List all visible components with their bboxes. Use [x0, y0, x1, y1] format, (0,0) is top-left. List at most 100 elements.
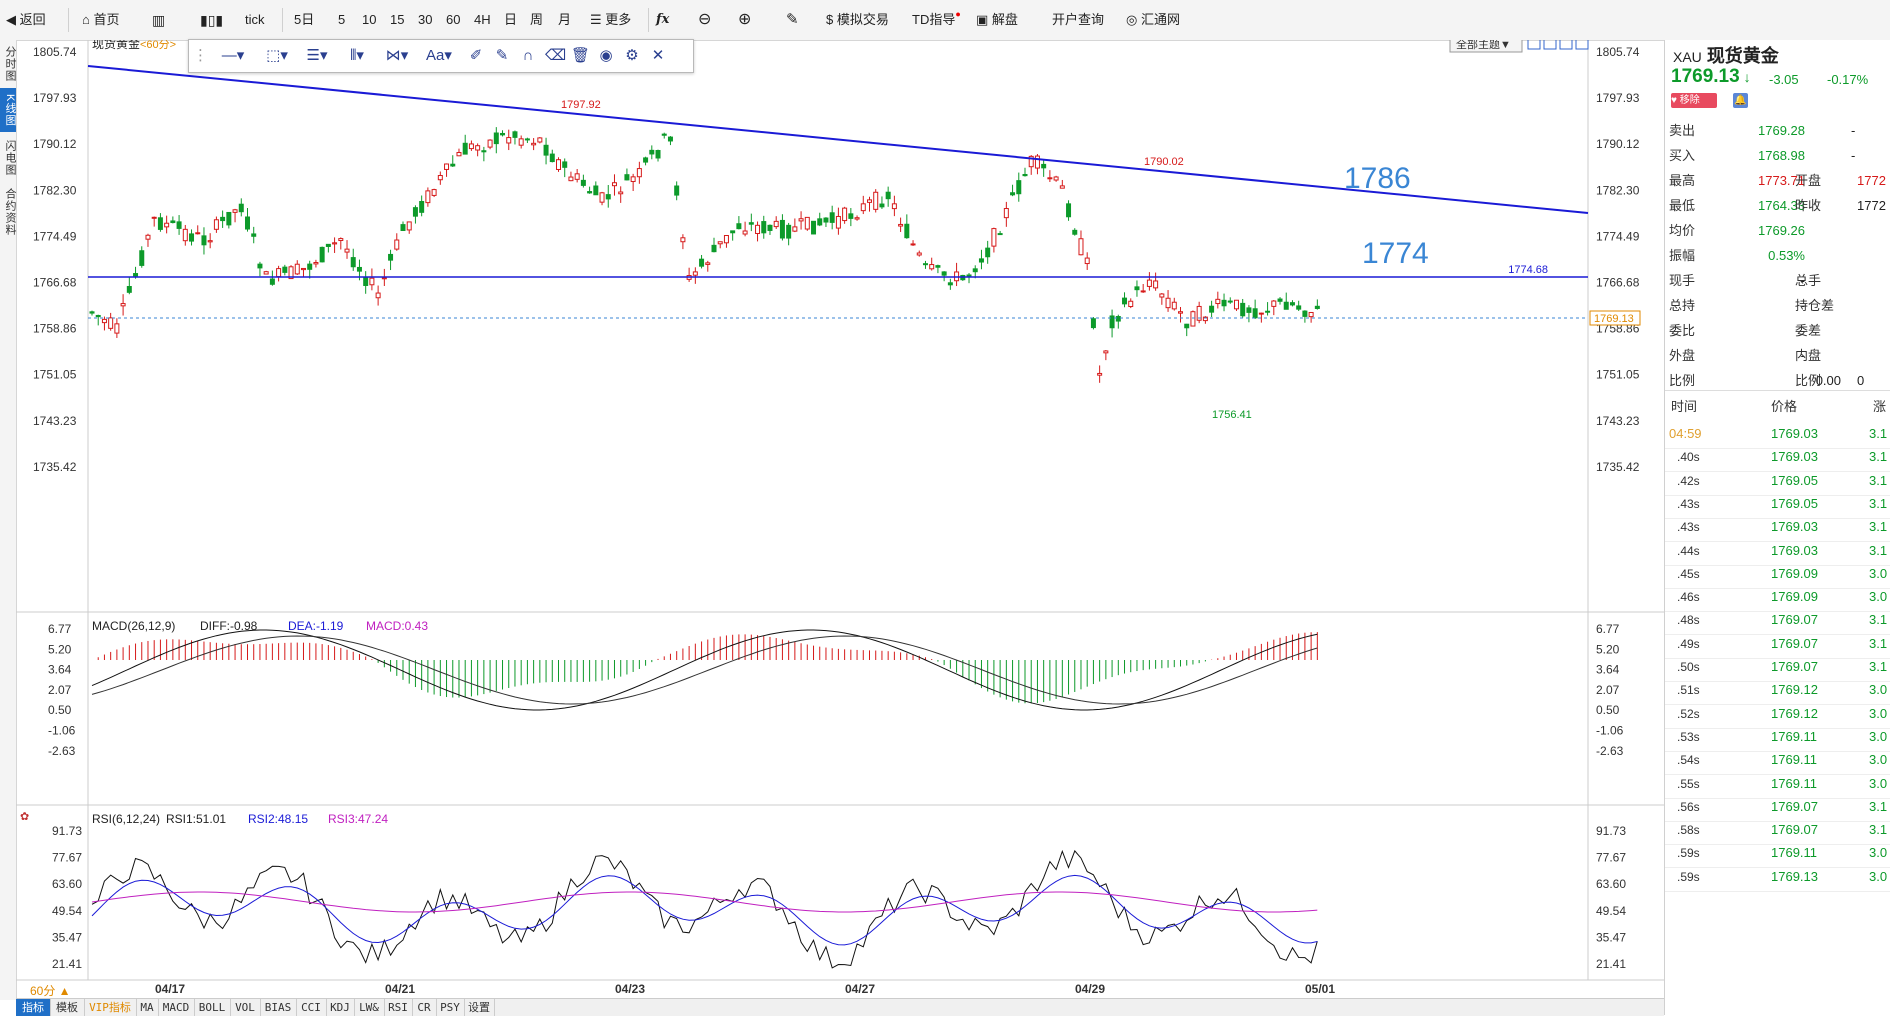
candle-body	[151, 216, 157, 219]
candlestick-icon[interactable]: ▮▯▮	[200, 10, 223, 30]
indicator-tab[interactable]: PSY	[436, 999, 465, 1016]
layout-split-icon[interactable]	[1543, 40, 1557, 50]
gear-icon[interactable]: ⚙	[623, 46, 641, 66]
tab-flash-chart[interactable]: 闪电图	[0, 136, 16, 180]
tab-kline-chart[interactable]: K线图	[0, 88, 16, 132]
drag-handle-icon[interactable]: ⋮	[193, 46, 208, 66]
line-tool-icon[interactable]: —▾	[211, 46, 255, 66]
back-button[interactable]: ◀ 返回	[6, 10, 46, 30]
period-day[interactable]: 日	[504, 10, 517, 30]
candle-body	[294, 263, 300, 275]
sim-trade-button[interactable]: $ 模拟交易	[826, 10, 889, 30]
tab-contract-info[interactable]: 合约资料	[0, 184, 16, 240]
huitong-button[interactable]: ◎ 汇通网	[1126, 10, 1180, 30]
bell-icon[interactable]: 🔔	[1733, 93, 1748, 108]
channel-tool-icon[interactable]: ⫴▾	[339, 46, 375, 66]
indicator-tab[interactable]: 设置	[464, 999, 495, 1016]
candle-body	[1022, 173, 1028, 177]
indicator-tab[interactable]: KDJ	[326, 999, 355, 1016]
period-5[interactable]: 5	[338, 10, 345, 30]
indicator-tab[interactable]: 指标	[16, 999, 51, 1016]
candle-body	[468, 143, 474, 150]
support-line-label: 1774.68	[1508, 264, 1548, 276]
indicator-tab[interactable]: BIAS	[260, 999, 297, 1016]
td-label: TD指导	[912, 12, 956, 27]
candle-body	[512, 131, 518, 138]
kline-chart[interactable]: 1805.74 1805.74 1797.93 1797.93 1790.12 1790.…	[16, 40, 1664, 998]
indicator-tab[interactable]: CR	[412, 999, 437, 1016]
jiepan-button[interactable]: ▣ 解盘	[976, 10, 1018, 30]
td-guide-button[interactable]: TD指导●	[912, 9, 961, 30]
open-account-button[interactable]: 开户查询	[1052, 10, 1104, 30]
eye-icon[interactable]: ◉	[597, 46, 615, 66]
candle-body	[817, 218, 823, 226]
price-tick-label: 1805.74	[33, 45, 77, 59]
zoom-out-icon[interactable]: ⊖	[698, 10, 711, 30]
candle-body	[1090, 318, 1096, 329]
indicator-tab[interactable]: RSI	[384, 999, 413, 1016]
indicator-tab[interactable]: LW&	[354, 999, 385, 1016]
fib-tool-icon[interactable]: ☰▾	[299, 46, 335, 66]
draw-pen-icon[interactable]: ✎	[786, 10, 799, 30]
period-30[interactable]: 30	[418, 10, 432, 30]
indicator-tab[interactable]: MA	[136, 999, 159, 1016]
remove-label: 移除	[1679, 95, 1700, 106]
rsi-settings-icon[interactable]: ✿	[20, 811, 29, 823]
bar-chart-icon[interactable]: ▥	[152, 10, 165, 30]
formula-button[interactable]: fx	[656, 10, 669, 30]
candle-body	[338, 238, 344, 242]
tab-time-chart[interactable]: 分时图	[0, 42, 16, 86]
period-selector[interactable]: 60分 ▲	[30, 984, 71, 998]
eraser-icon[interactable]: ⌫	[545, 46, 566, 66]
period-10[interactable]: 10	[362, 10, 376, 30]
quote-pct: -0.17%	[1827, 72, 1869, 87]
text-tool-icon[interactable]: Aa▾	[421, 46, 457, 66]
candle-body	[133, 273, 139, 277]
ruler-icon[interactable]: ✐	[467, 46, 485, 66]
candle-body	[493, 132, 499, 145]
more-button[interactable]: ☰ 更多	[590, 10, 631, 30]
period-week[interactable]: 周	[530, 10, 543, 30]
price-tick-label-right: 1774.49	[1596, 229, 1640, 243]
layout-grid-icon[interactable]	[1527, 40, 1541, 50]
layout-full-icon[interactable]	[1559, 40, 1573, 50]
trash-icon[interactable]: 🗑	[571, 46, 590, 66]
period-60[interactable]: 60	[446, 10, 460, 30]
period-4h[interactable]: 4H	[474, 10, 491, 30]
indicator-tab[interactable]: CCI	[296, 999, 327, 1016]
candle-body	[524, 138, 530, 141]
candle-body	[1314, 305, 1320, 309]
candle-body	[680, 237, 686, 243]
price-tick-label: 1797.93	[33, 91, 77, 105]
remove-watch-button[interactable]: ♥ 移除	[1671, 93, 1717, 108]
indicator-tab[interactable]: 模板	[50, 999, 85, 1016]
close-icon[interactable]: ✕	[649, 46, 667, 66]
indicator-tab[interactable]: VOL	[230, 999, 261, 1016]
rect-tool-icon[interactable]: ⬚▾	[261, 46, 293, 66]
candle-body	[437, 175, 443, 181]
quote-price: 1769.13 ↓	[1671, 66, 1751, 88]
candle-body	[213, 219, 219, 230]
zoom-in-icon[interactable]: ⊕	[738, 10, 751, 30]
candle-body	[1097, 372, 1103, 376]
home-button[interactable]: ⌂ 首页	[82, 10, 120, 30]
pattern-tool-icon[interactable]: ⋈▾	[379, 46, 415, 66]
candle-body	[605, 194, 611, 200]
macd-tick-label: -1.06	[48, 724, 76, 738]
candle-body	[879, 203, 885, 208]
period-5d[interactable]: 5日	[294, 10, 314, 30]
tick-button[interactable]: tick	[245, 10, 265, 30]
pen-icon[interactable]: ✎	[493, 46, 511, 66]
indicator-tab[interactable]: BOLL	[194, 999, 231, 1016]
period-month[interactable]: 月	[558, 10, 571, 30]
layout-icons[interactable]	[1527, 40, 1589, 50]
rsi-tick-label-right: 91.73	[1596, 824, 1626, 838]
macd-tick-label-right: 0.50	[1596, 703, 1620, 717]
layout-close-icon[interactable]	[1575, 40, 1589, 50]
candle-body	[599, 192, 605, 203]
indicator-tab[interactable]: MACD	[158, 999, 195, 1016]
candle-body	[95, 314, 101, 318]
indicator-tab[interactable]: VIP指标	[84, 999, 137, 1016]
period-15[interactable]: 15	[390, 10, 404, 30]
magnet-icon[interactable]: ∩	[519, 46, 537, 66]
